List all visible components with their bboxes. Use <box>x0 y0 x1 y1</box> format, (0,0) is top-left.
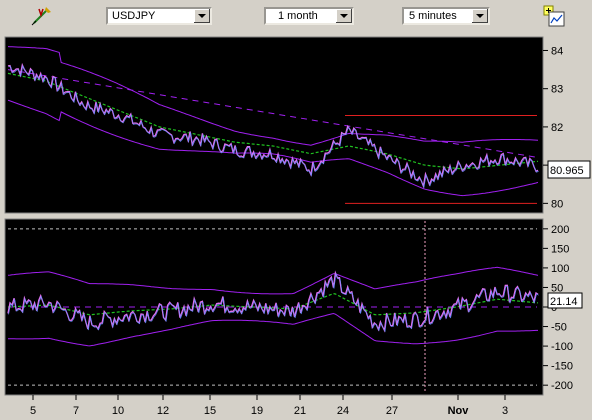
x-tick-label: 5 <box>30 405 36 417</box>
chevron-down-icon[interactable] <box>471 9 488 23</box>
indicator-y-tick-label: 150 <box>551 243 569 255</box>
interval-select[interactable]: 5 minutes <box>402 7 490 25</box>
indicator-y-tick-label: 100 <box>551 263 569 275</box>
symbol-select[interactable]: USDJPY <box>106 7 212 25</box>
price-y-tick-label: 84 <box>551 45 563 57</box>
indicator-last-value-tag: 21.14 <box>547 292 583 309</box>
indicator-y-tick-label: -50 <box>551 322 567 334</box>
x-tick-label: 12 <box>157 405 169 417</box>
x-tick-label: 7 <box>73 405 79 417</box>
price-last-value-tag: 80.965 <box>547 160 591 179</box>
indicator-y-tick-label: -150 <box>551 361 573 373</box>
price-y-tick-label: 80 <box>551 198 563 210</box>
x-tick-label: Nov <box>448 405 470 417</box>
chart-area: 8483828180 80.965 200150100500-50-100-15… <box>4 36 591 417</box>
price-y-axis: 8483828180 <box>543 45 563 210</box>
indicator-y-tick-label: -200 <box>551 380 573 392</box>
x-tick-label: 24 <box>337 405 349 417</box>
chevron-down-icon[interactable] <box>193 9 210 23</box>
indicator-y-tick-label: -100 <box>551 341 573 353</box>
price-last-value: 80.965 <box>550 165 584 177</box>
price-y-tick-label: 83 <box>551 84 563 96</box>
x-tick-label: 19 <box>251 405 263 417</box>
indicator-last-value: 21.14 <box>550 296 578 308</box>
range-value: 1 month <box>278 10 318 22</box>
symbol-value: USDJPY <box>112 10 156 22</box>
x-tick-label: 10 <box>112 405 124 417</box>
chevron-down-icon[interactable] <box>335 9 352 23</box>
x-tick-label: 27 <box>386 405 398 417</box>
interval-value: 5 minutes <box>409 10 457 22</box>
indicator-y-tick-label: 200 <box>551 224 569 236</box>
x-axis: 5 7 10 12 15 19 21 24 27 Nov 3 <box>30 395 508 417</box>
x-tick-label: 15 <box>204 405 216 417</box>
price-panel[interactable] <box>4 36 544 214</box>
x-tick-label: 21 <box>294 405 306 417</box>
range-select[interactable]: 1 month <box>264 7 354 25</box>
pencil-cursor-icon[interactable] <box>30 5 54 27</box>
x-tick-label: 3 <box>502 405 508 417</box>
toolbar: USDJPY 1 month 5 minutes <box>0 0 592 34</box>
add-chart-icon[interactable] <box>542 5 566 27</box>
price-y-tick-label: 82 <box>551 122 563 134</box>
